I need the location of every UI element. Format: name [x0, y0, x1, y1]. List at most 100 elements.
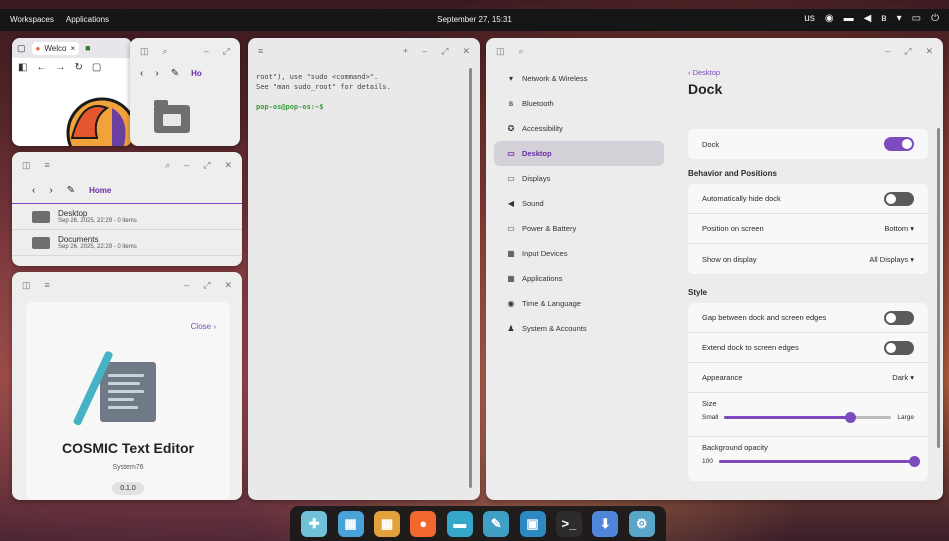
sidebar-icon[interactable]: ◫	[22, 160, 31, 171]
show-on-display-dropdown[interactable]: All Displays ▾	[869, 255, 914, 264]
new-tab-icon[interactable]: +	[403, 46, 408, 56]
minimize-icon[interactable]: –	[422, 46, 427, 56]
back-icon[interactable]: ‹	[32, 185, 35, 196]
gap-toggle[interactable]	[884, 310, 914, 325]
launcher-icon[interactable]: ✚	[301, 510, 328, 537]
reload-icon[interactable]: ↻	[74, 62, 82, 73]
forward-icon[interactable]: →	[55, 62, 65, 73]
menu-icon[interactable]: ≡	[258, 46, 263, 56]
cosmic-store-icon[interactable]: ⬇	[592, 510, 619, 537]
sidebar-item[interactable]: ▦ Input Devices	[494, 241, 664, 266]
show-on-display-row[interactable]: Show on display All Displays ▾	[688, 244, 928, 274]
sidebar-icon[interactable]: ◫	[140, 46, 149, 57]
settings-window[interactable]: ◫ ⌕ – ⤢ ✕ ▾ Network & Wireless ʙ Bluetooth ✪…	[486, 38, 943, 500]
back-icon[interactable]: ←	[36, 62, 46, 73]
sidebar-icon[interactable]: ◫	[22, 280, 31, 291]
text-editor-icon[interactable]: ✎	[483, 510, 510, 537]
edit-path-icon[interactable]: ✎	[171, 68, 179, 79]
volume-icon[interactable]: ◀	[864, 13, 872, 24]
position-row[interactable]: Position on screen Bottom ▾	[688, 214, 928, 244]
battery-icon[interactable]: ▭	[912, 13, 921, 24]
firefox-icon[interactable]: ●	[410, 510, 437, 537]
sidebar-item[interactable]: ▭ Power & Battery	[494, 216, 664, 241]
minimize-icon[interactable]: –	[885, 46, 890, 56]
workspaces-icon[interactable]: ▦	[337, 510, 364, 537]
settings-icon[interactable]: ⚙	[628, 510, 655, 537]
dock-toggle-row[interactable]: Dock	[688, 129, 928, 159]
sidebar-toggle-icon[interactable]: ◧	[18, 62, 27, 73]
terminal-icon[interactable]: >_	[555, 510, 582, 537]
keyboard-icon[interactable]: ▬	[844, 13, 854, 24]
search-icon[interactable]: ⌕	[519, 46, 524, 57]
appearance-row[interactable]: Appearance Dark ▾	[688, 363, 928, 393]
maximize-icon[interactable]: ⤢	[203, 160, 210, 171]
minimize-icon[interactable]: –	[184, 160, 189, 170]
firefox-window[interactable]: ▢ ● Welco × ■ ◧ ← → ↻ ▢	[12, 38, 132, 146]
size-slider[interactable]	[724, 412, 892, 423]
close-icon[interactable]: ✕	[462, 46, 470, 57]
app-details-window[interactable]: ◫ ≡ – ⤢ ✕ Close › COSMIC Text Editor Sys…	[12, 272, 242, 500]
extend-toggle[interactable]	[884, 340, 914, 355]
close-icon[interactable]: ✕	[224, 280, 232, 291]
reader-icon[interactable]: ▢	[92, 62, 101, 73]
sidebar-item[interactable]: ▭ Desktop	[494, 141, 664, 166]
terminal-scrollbar[interactable]	[469, 68, 472, 488]
workspaces-button[interactable]: Workspaces	[10, 15, 54, 24]
search-icon[interactable]: ⌕	[165, 160, 170, 171]
power-icon[interactable]: ⏻	[931, 13, 939, 24]
menu-icon[interactable]: ≡	[45, 280, 50, 290]
position-dropdown[interactable]: Bottom ▾	[884, 224, 914, 233]
sidebar-item[interactable]: ʙ Bluetooth	[494, 91, 664, 116]
sidebar-item[interactable]: ♟ System & Accounts	[494, 316, 664, 341]
tweaks-icon[interactable]: ◉	[825, 13, 834, 24]
appearance-dropdown[interactable]: Dark ▾	[892, 373, 914, 382]
terminal-output[interactable]: root"), use "sudo <command>". See "man s…	[248, 64, 480, 120]
sidebar-item[interactable]: ▦ Applications	[494, 266, 664, 291]
close-button[interactable]: Close ›	[191, 322, 216, 331]
terminal-window[interactable]: ≡ + – ⤢ ✕ root"), use "sudo <command>". …	[248, 38, 480, 500]
wifi-icon[interactable]: ▾	[897, 13, 902, 24]
sidebar-item[interactable]: ◉ Time & Language	[494, 291, 664, 316]
extend-row[interactable]: Extend dock to screen edges	[688, 333, 928, 363]
auto-hide-row[interactable]: Automatically hide dock	[688, 184, 928, 214]
slider-handle[interactable]	[909, 456, 920, 467]
tab-overview-icon[interactable]: ▢	[17, 43, 26, 54]
minimize-icon[interactable]: –	[204, 46, 209, 56]
forward-icon[interactable]: ›	[155, 68, 158, 79]
minimize-icon[interactable]: –	[184, 280, 189, 290]
firefox-tab[interactable]: ● Welco ×	[31, 41, 80, 55]
app-library-icon[interactable]: ▦	[373, 510, 400, 537]
sidebar-item[interactable]: ▾ Network & Wireless	[494, 66, 664, 91]
opacity-slider[interactable]	[718, 456, 920, 467]
file-manager-window[interactable]: ◫ ≡ ⌕ – ⤢ ✕ ‹ › ✎ Home Desktop Sep 26, 2…	[12, 152, 242, 266]
extension-icon[interactable]: ■	[85, 43, 90, 53]
file-manager-window-small[interactable]: ◫ ⌕ – ⤢ ‹ › ✎ Ho	[130, 38, 240, 146]
bluetooth-icon[interactable]: ʙ	[881, 13, 886, 24]
maximize-icon[interactable]: ⤢	[904, 46, 911, 57]
list-item[interactable]: Desktop Sep 26, 2025, 22:29 - 0 items	[12, 204, 242, 230]
folder-icon[interactable]	[154, 100, 190, 133]
location-label[interactable]: Home	[89, 186, 111, 195]
files-icon[interactable]: ▬	[446, 510, 473, 537]
maximize-icon[interactable]: ⤢	[203, 280, 210, 291]
sidebar-icon[interactable]: ◫	[496, 46, 505, 57]
sidebar-item[interactable]: ✪ Accessibility	[494, 116, 664, 141]
menu-icon[interactable]: ≡	[45, 160, 50, 170]
gap-row[interactable]: Gap between dock and screen edges	[688, 303, 928, 333]
back-icon[interactable]: ‹	[140, 68, 143, 79]
tab-close-icon[interactable]: ×	[70, 44, 75, 53]
edit-path-icon[interactable]: ✎	[67, 185, 75, 196]
slider-handle[interactable]	[844, 412, 856, 423]
applications-button[interactable]: Applications	[66, 15, 109, 24]
maximize-icon[interactable]: ⤢	[223, 46, 230, 57]
sidebar-item[interactable]: ▭ Displays	[494, 166, 664, 191]
close-icon[interactable]: ✕	[925, 46, 933, 57]
forward-icon[interactable]: ›	[49, 185, 52, 196]
dock-toggle[interactable]	[884, 137, 914, 151]
maximize-icon[interactable]: ⤢	[441, 46, 448, 57]
settings-scrollbar[interactable]	[937, 128, 940, 448]
store-icon[interactable]: ▣	[519, 510, 546, 537]
back-link[interactable]: ‹ Desktop	[688, 68, 928, 77]
list-item[interactable]: Documents Sep 26, 2025, 22:29 - 0 items	[12, 230, 242, 256]
keyboard-layout-indicator[interactable]: us	[804, 13, 815, 24]
